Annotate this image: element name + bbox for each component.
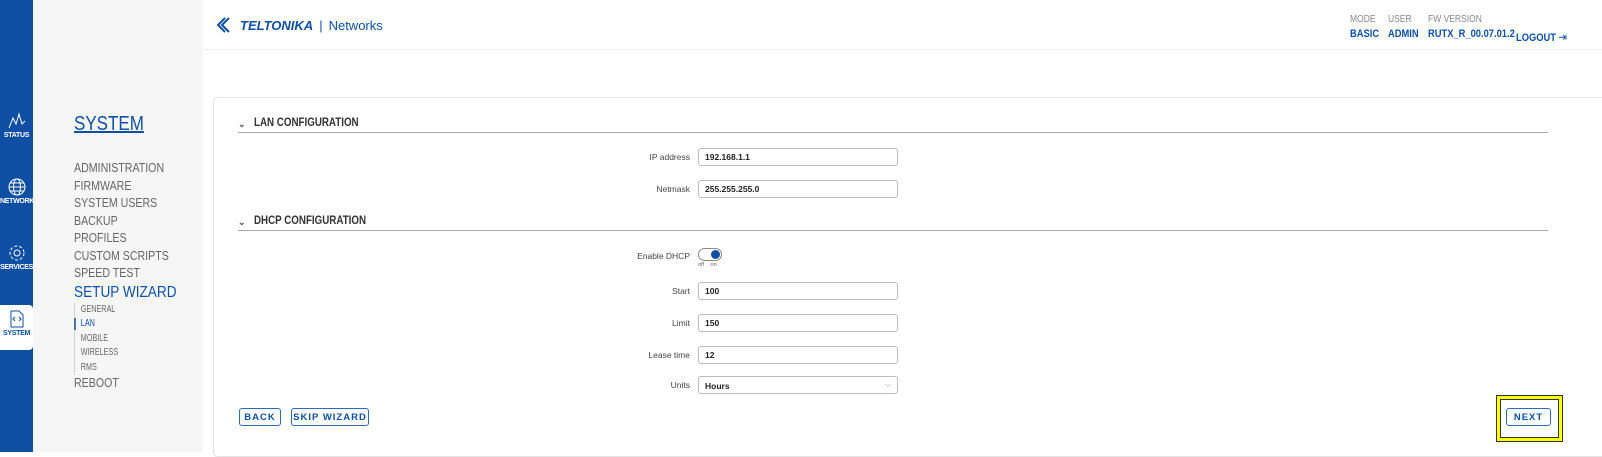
rail-services-label: SERVICES [0, 264, 33, 271]
wizard-rms[interactable]: RMS [81, 361, 162, 376]
lease-row: Lease time [440, 346, 900, 364]
menu-firmware[interactable]: FIRMWARE [74, 178, 177, 196]
gear-icon [9, 245, 24, 261]
next-button[interactable]: NEXT [1506, 408, 1551, 426]
netmask-input[interactable] [698, 180, 898, 198]
rail-status[interactable]: STATUS [0, 112, 33, 162]
toggle-labels: off on [698, 262, 717, 268]
sidebar-menu: ADMINISTRATION FIRMWARE SYSTEM USERS BAC… [74, 160, 195, 393]
dhcp-section-title: DHCP CONFIGURATION [254, 215, 367, 227]
user-info: USER ADMIN [1388, 14, 1419, 40]
sidebar-title[interactable]: SYSTEM [74, 113, 144, 136]
limit-input[interactable] [698, 314, 898, 332]
start-label: Start [672, 286, 690, 296]
sidebar: SYSTEM ADMINISTRATION FIRMWARE SYSTEM US… [33, 0, 203, 452]
rail-status-label: STATUS [3, 132, 30, 139]
chevron-down-icon: ⌄ [238, 119, 246, 129]
user-label: USER [1388, 14, 1412, 25]
menu-custom-scripts[interactable]: CUSTOM SCRIPTS [74, 248, 177, 266]
header: TELTONIKA | Networks MODE BASIC USER ADMIN… [203, 0, 1602, 50]
logout-icon: ⇥ [1558, 30, 1567, 44]
lan-section-header[interactable]: ⌄ LAN CONFIGURATION [238, 117, 1548, 133]
fw-label: FW VERSION [1428, 14, 1482, 25]
chevron-down-icon: ⌵ [884, 379, 891, 389]
rail-services[interactable]: SERVICES [0, 244, 33, 294]
limit-row: Limit [440, 314, 900, 332]
netmask-label: Netmask [656, 184, 690, 194]
wizard-general[interactable]: GENERAL [81, 303, 162, 318]
limit-label: Limit [672, 318, 690, 328]
toggle-on-label: on [710, 262, 717, 268]
start-row: Start [440, 282, 900, 300]
ip-row: IP address [440, 148, 900, 166]
fw-info: FW VERSION RUTX_R_00.07.01.2 [1428, 14, 1515, 40]
rail-network[interactable]: NETWORK [0, 178, 35, 228]
fw-value: RUTX_R_00.07.01.2 [1428, 28, 1515, 40]
nav-rail: STATUS NETWORK SERVICES SYSTEM [0, 0, 35, 452]
units-value: Hours [705, 381, 730, 391]
lan-section-title: LAN CONFIGURATION [254, 117, 359, 129]
netmask-row: Netmask [440, 180, 900, 198]
logout-label: LOGOUT [1516, 32, 1557, 44]
globe-icon [8, 178, 25, 196]
menu-reboot[interactable]: REBOOT [74, 375, 177, 393]
menu-system-users[interactable]: SYSTEM USERS [74, 195, 177, 213]
wizard-mobile[interactable]: MOBILE [81, 332, 162, 347]
chevron-down-icon: ⌄ [238, 217, 246, 227]
dhcp-section-header[interactable]: ⌄ DHCP CONFIGURATION [238, 215, 1548, 231]
code-file-icon [10, 310, 23, 328]
wizard-card [213, 97, 1602, 457]
teltonika-logo-icon [217, 17, 230, 33]
menu-profiles[interactable]: PROFILES [74, 230, 177, 248]
rail-system[interactable]: SYSTEM [0, 305, 33, 350]
lease-time-input[interactable] [698, 346, 898, 364]
ip-address-label: IP address [649, 152, 690, 162]
skip-wizard-button[interactable]: SKIP WIZARD [291, 408, 369, 426]
mode-info: MODE BASIC [1350, 14, 1379, 40]
mode-value[interactable]: BASIC [1350, 28, 1379, 40]
ip-address-input[interactable] [698, 148, 898, 166]
logo[interactable]: TELTONIKA | Networks [217, 17, 383, 33]
logo-subtitle: Networks [328, 17, 383, 33]
pulse-icon [8, 112, 25, 129]
rail-system-label: SYSTEM [3, 330, 30, 337]
units-row: Units Hours ⌵ [440, 376, 900, 394]
back-button[interactable]: BACK [239, 408, 281, 426]
rail-network-label: NETWORK [0, 198, 35, 205]
lease-time-label: Lease time [648, 350, 690, 360]
menu-setup-wizard[interactable]: SETUP WIZARD [74, 283, 177, 303]
enable-dhcp-label: Enable DHCP [637, 251, 690, 261]
mode-label: MODE [1350, 14, 1376, 25]
units-label: Units [670, 380, 690, 390]
toggle-knob [711, 250, 720, 259]
units-select[interactable]: Hours ⌵ [698, 376, 898, 394]
menu-speed-test[interactable]: SPEED TEST [74, 265, 177, 283]
wizard-lan[interactable]: LAN [74, 317, 162, 332]
wizard-submenu: GENERAL LAN MOBILE WIRELESS RMS [74, 302, 177, 376]
start-input[interactable] [698, 282, 898, 300]
wizard-wireless[interactable]: WIRELESS [81, 346, 162, 361]
menu-administration[interactable]: ADMINISTRATION [74, 160, 177, 178]
enable-dhcp-row: Enable DHCP off on [440, 248, 900, 269]
enable-dhcp-toggle[interactable] [698, 248, 722, 261]
logo-separator: | [319, 17, 323, 33]
toggle-off-label: off [698, 262, 705, 268]
logout-button[interactable]: LOGOUT ⇥ [1516, 30, 1567, 44]
menu-backup[interactable]: BACKUP [74, 213, 177, 231]
logo-brand: TELTONIKA [240, 17, 314, 33]
user-value: ADMIN [1388, 28, 1419, 40]
